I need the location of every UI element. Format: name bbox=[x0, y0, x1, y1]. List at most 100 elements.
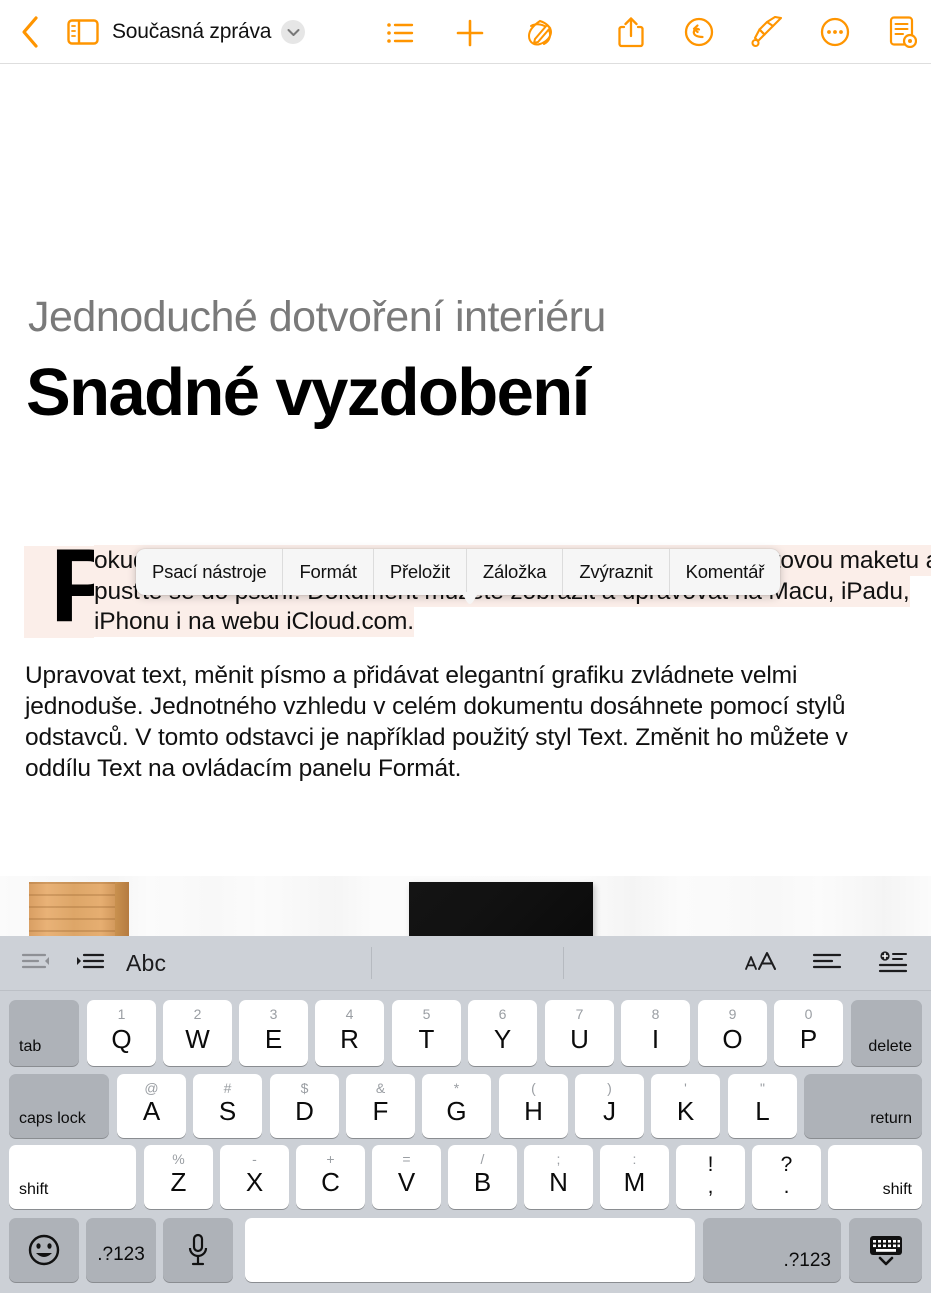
text-size-button[interactable] bbox=[741, 944, 781, 982]
key-q[interactable]: 1 Q bbox=[87, 1000, 156, 1066]
key-l-label: L bbox=[755, 1096, 770, 1126]
key-w-alt: 2 bbox=[193, 1006, 202, 1022]
key-n[interactable]: ; N bbox=[524, 1145, 593, 1209]
context-menu-item-writing-tools[interactable]: Psací nástroje bbox=[136, 549, 284, 595]
key-g-label: G bbox=[446, 1096, 467, 1126]
insert-row-button[interactable] bbox=[873, 944, 913, 982]
key-m-label: M bbox=[623, 1167, 646, 1197]
key-l[interactable]: " L bbox=[728, 1074, 797, 1138]
document-title-menu-button[interactable] bbox=[281, 20, 305, 44]
toolbar-group-right bbox=[613, 13, 921, 51]
key-numeric-left-label: .?123 bbox=[97, 1244, 145, 1265]
insert-button[interactable] bbox=[452, 14, 488, 52]
sidebar-toggle-button[interactable] bbox=[66, 16, 100, 48]
key-w[interactable]: 2 W bbox=[163, 1000, 232, 1066]
undo-icon bbox=[684, 17, 714, 47]
key-tab[interactable]: tab bbox=[9, 1000, 79, 1066]
key-c[interactable]: + C bbox=[296, 1145, 365, 1209]
key-e[interactable]: 3 E bbox=[239, 1000, 308, 1066]
key-i[interactable]: 8 I bbox=[621, 1000, 690, 1066]
image-wood-panel bbox=[29, 882, 129, 936]
key-m[interactable]: : M bbox=[600, 1145, 669, 1209]
outdent-button[interactable] bbox=[16, 944, 56, 982]
key-s[interactable]: # S bbox=[193, 1074, 262, 1138]
key-a[interactable]: @ A bbox=[117, 1074, 186, 1138]
indent-icon bbox=[77, 953, 105, 969]
key-space[interactable] bbox=[245, 1218, 695, 1282]
more-options-button[interactable] bbox=[817, 13, 853, 51]
key-comma[interactable]: ! , bbox=[676, 1145, 745, 1209]
key-i-alt: 8 bbox=[651, 1006, 660, 1022]
key-t-alt: 5 bbox=[422, 1006, 431, 1022]
outdent-icon bbox=[21, 953, 49, 969]
document-title[interactable]: Současná zpráva bbox=[112, 18, 271, 46]
key-d[interactable]: $ D bbox=[270, 1074, 339, 1138]
key-numeric-right[interactable]: .?123 bbox=[703, 1218, 841, 1282]
key-t[interactable]: 5 T bbox=[392, 1000, 461, 1066]
undo-button[interactable] bbox=[681, 13, 717, 51]
key-r-label: R bbox=[340, 1024, 359, 1054]
key-shift-right[interactable]: shift bbox=[828, 1145, 922, 1209]
key-j[interactable]: ) J bbox=[575, 1074, 644, 1138]
key-p[interactable]: 0 P bbox=[774, 1000, 843, 1066]
markup-button[interactable] bbox=[522, 14, 558, 52]
key-dictation[interactable] bbox=[163, 1218, 233, 1282]
key-numeric-right-label: .?123 bbox=[783, 1250, 831, 1271]
key-f[interactable]: & F bbox=[346, 1074, 415, 1138]
key-q-label: Q bbox=[111, 1024, 132, 1054]
key-delete-label: delete bbox=[868, 1038, 912, 1055]
document-options-button[interactable] bbox=[885, 13, 921, 51]
key-x[interactable]: - X bbox=[220, 1145, 289, 1209]
key-delete[interactable]: delete bbox=[851, 1000, 922, 1066]
key-v[interactable]: = V bbox=[372, 1145, 441, 1209]
key-period[interactable]: ? . bbox=[752, 1145, 821, 1209]
key-u[interactable]: 7 U bbox=[545, 1000, 614, 1066]
key-g[interactable]: * G bbox=[422, 1074, 491, 1138]
paragraph-style-button[interactable]: Abc bbox=[126, 950, 166, 977]
key-o[interactable]: 9 O bbox=[698, 1000, 767, 1066]
more-icon bbox=[820, 17, 850, 47]
chevron-left-icon bbox=[22, 16, 38, 48]
paragraph-2[interactable]: Upravovat text, měnit písmo a přidávat e… bbox=[25, 660, 905, 784]
key-z[interactable]: % Z bbox=[144, 1145, 213, 1209]
key-period-label: . bbox=[783, 1175, 790, 1198]
insert-row-icon bbox=[878, 951, 908, 973]
key-h-alt: ( bbox=[531, 1080, 536, 1096]
key-y-alt: 6 bbox=[498, 1006, 507, 1022]
format-brush-button[interactable] bbox=[749, 13, 785, 51]
key-caps-lock[interactable]: caps lock bbox=[9, 1074, 109, 1138]
paintbrush-icon bbox=[751, 16, 783, 48]
key-return-label: return bbox=[870, 1110, 912, 1127]
context-menu-item-highlight[interactable]: Zvýraznit bbox=[563, 549, 670, 595]
key-return[interactable]: return bbox=[804, 1074, 922, 1138]
context-menu-item-translate[interactable]: Přeložit bbox=[374, 549, 467, 595]
key-r[interactable]: 4 R bbox=[315, 1000, 384, 1066]
key-hide-keyboard[interactable] bbox=[849, 1218, 922, 1282]
key-shift-left[interactable]: shift bbox=[9, 1145, 136, 1209]
document-image[interactable] bbox=[0, 876, 931, 936]
key-x-alt: - bbox=[252, 1151, 257, 1167]
key-p-label: P bbox=[799, 1024, 818, 1054]
context-menu-item-bookmark[interactable]: Záložka bbox=[467, 549, 564, 595]
key-y[interactable]: 6 Y bbox=[468, 1000, 537, 1066]
key-f-label: F bbox=[372, 1096, 389, 1126]
list-view-button[interactable] bbox=[382, 14, 418, 52]
app-screen: Současná zpráva Jednoduché dotvoření int… bbox=[0, 0, 931, 1293]
share-button[interactable] bbox=[613, 13, 649, 51]
document-canvas[interactable]: Jednoduché dotvoření interiéru Snadné vy… bbox=[0, 64, 931, 936]
key-b[interactable]: / B bbox=[448, 1145, 517, 1209]
key-h-label: H bbox=[524, 1096, 543, 1126]
alignment-button[interactable] bbox=[807, 944, 847, 982]
indent-button[interactable] bbox=[70, 944, 110, 982]
context-menu-item-format[interactable]: Formát bbox=[283, 549, 374, 595]
key-emoji[interactable] bbox=[9, 1218, 79, 1282]
key-k[interactable]: ' K bbox=[651, 1074, 720, 1138]
key-x-label: X bbox=[245, 1167, 264, 1197]
key-h[interactable]: ( H bbox=[499, 1074, 568, 1138]
key-numeric-left[interactable]: .?123 bbox=[86, 1218, 156, 1282]
key-i-label: I bbox=[651, 1024, 660, 1054]
back-button[interactable] bbox=[10, 12, 50, 52]
key-t-label: T bbox=[418, 1024, 435, 1054]
key-shift-right-label: shift bbox=[882, 1181, 912, 1198]
context-menu-item-comment[interactable]: Komentář bbox=[670, 549, 781, 595]
